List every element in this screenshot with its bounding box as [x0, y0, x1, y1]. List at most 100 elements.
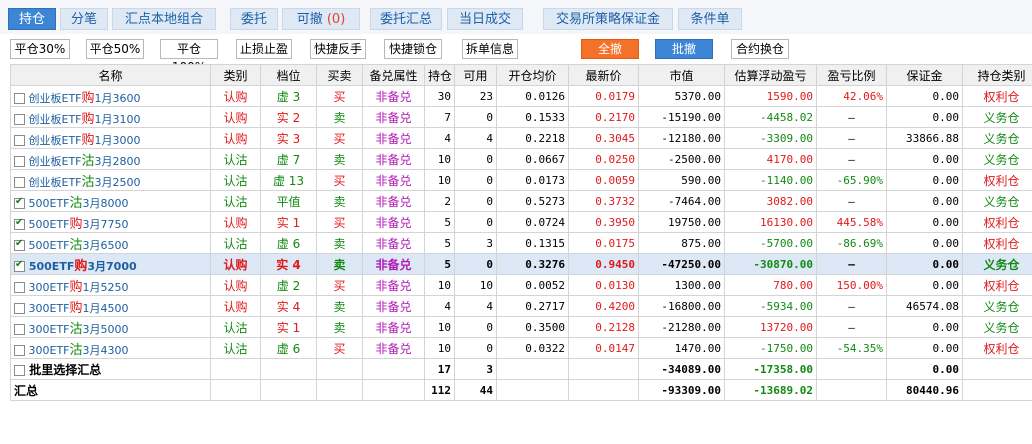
row-name-cell[interactable]: 300ETF沽3月4300 — [10, 337, 211, 359]
split-info-button[interactable]: 拆单信息 — [462, 39, 518, 59]
cancel-all-button[interactable]: 全撤 — [581, 39, 639, 59]
tab-positions[interactable]: 持仓 — [8, 8, 56, 30]
row-margin: 0.00 — [886, 169, 963, 191]
quick-reverse-button[interactable]: 快捷反手 — [310, 39, 366, 59]
row-name-cell[interactable]: 500ETF沽3月6500 — [10, 232, 211, 254]
col-header-margin[interactable]: 保证金 — [886, 64, 963, 86]
table-row[interactable]: 创业板ETF沽3月2800 认沽虚 7 卖非备兑 10 0 0.0667 0.0250 -25… — [10, 148, 1032, 170]
row-name-cell[interactable]: 500ETF沽3月8000 — [10, 190, 211, 212]
row-name-cell[interactable]: 300ETF购1月4500 — [10, 295, 211, 317]
tab-today-trades[interactable]: 当日成交 — [447, 8, 523, 30]
quick-lock-button[interactable]: 快捷锁仓 — [384, 39, 442, 59]
table-row[interactable]: 300ETF购1月4500 认购实 4 卖非备兑 4 4 0.2717 0.4200 -168… — [10, 295, 1032, 317]
row-underlying: 300ETF — [28, 343, 70, 357]
batch-summary-avail: 3 — [454, 358, 497, 380]
row-pnl-ratio: — — [816, 127, 887, 149]
col-header-pnl-ratio[interactable]: 盈亏比例 — [816, 64, 887, 86]
row-avg-price: 0.5273 — [496, 190, 569, 212]
table-row[interactable]: 300ETF购1月5250 认购虚 2 买非备兑 10 10 0.0052 0.0130 13… — [10, 274, 1032, 296]
row-name-cell[interactable]: 300ETF沽3月5000 — [10, 316, 211, 338]
contract-swap-button[interactable]: 合约换仓 — [731, 39, 789, 59]
row-checkbox[interactable] — [14, 303, 25, 314]
row-name-cell[interactable]: 500ETF购3月7000 — [10, 253, 211, 275]
row-underlying: 创业板ETF — [28, 112, 82, 126]
close-100-button[interactable]: 平仓100% — [160, 39, 218, 74]
batch-cancel-button[interactable]: 批撤 — [655, 39, 713, 59]
row-name-cell[interactable]: 创业板ETF购1月3600 — [10, 85, 211, 107]
row-name-cell[interactable]: 创业板ETF沽3月2800 — [10, 148, 211, 170]
col-header-last-price[interactable]: 最新价 — [568, 64, 639, 86]
row-position: 5 — [424, 232, 455, 254]
row-checkbox[interactable] — [14, 196, 25, 209]
table-row[interactable]: 创业板ETF购1月3100 认购实 2 卖非备兑 7 0 0.1533 0.2170 -151… — [10, 106, 1032, 128]
tab-fills[interactable]: 分笔 — [60, 8, 108, 30]
col-header-side[interactable]: 买卖 — [316, 64, 363, 86]
row-checkbox[interactable] — [14, 259, 25, 272]
row-name-cell[interactable]: 创业板ETF购1月3100 — [10, 106, 211, 128]
row-name-cell[interactable]: 创业板ETF沽3月2500 — [10, 169, 211, 191]
col-header-avg-price[interactable]: 开仓均价 — [496, 64, 569, 86]
row-checkbox[interactable] — [14, 217, 25, 230]
table-row[interactable]: 500ETF购3月7000认购实 4卖非备兑500.32760.9450-472… — [10, 253, 1032, 275]
row-name-cell[interactable]: 创业板ETF购1月3000 — [10, 127, 211, 149]
tab-conditional-orders[interactable]: 条件单 — [678, 8, 742, 30]
col-header-available[interactable]: 可用 — [454, 64, 497, 86]
row-checkbox[interactable] — [14, 93, 25, 104]
table-row[interactable]: 300ETF沽3月5000 认沽实 1 卖非备兑 10 0 0.3500 0.2128 -21… — [10, 316, 1032, 338]
row-name-cell[interactable]: 300ETF购1月5250 — [10, 274, 211, 296]
row-margin: 0.00 — [886, 253, 963, 275]
col-header-float-pnl[interactable]: 估算浮动盈亏 — [724, 64, 817, 86]
tab-cancelable[interactable]: 可撤 (0) — [282, 8, 360, 30]
row-market-value: 1470.00 — [638, 337, 725, 359]
row-level: 实 3 — [260, 127, 317, 149]
col-header-level[interactable]: 档位 — [260, 64, 317, 86]
row-checkbox[interactable] — [14, 156, 25, 167]
row-option-type-char: 购 — [74, 258, 88, 274]
tab-local-combo[interactable]: 汇点本地组合 — [112, 8, 216, 30]
row-float-pnl: 13720.00 — [724, 316, 817, 338]
table-row[interactable]: 创业板ETF购1月3600 认购虚 3 买非备兑 30 23 0.0126 0.0179 53… — [10, 85, 1032, 107]
row-checkbox[interactable] — [14, 177, 25, 188]
table-row[interactable]: 500ETF沽3月8000认沽平值卖非备兑200.52730.3732-7464… — [10, 190, 1032, 212]
row-cover: 非备兑 — [362, 106, 425, 128]
stop-loss-button[interactable]: 止损止盈 — [236, 39, 292, 59]
action-toolbar: 平仓30% 平仓50% 平仓100% 止损止盈 快捷反手 快捷锁仓 拆单信息 全… — [0, 36, 1032, 74]
row-margin: 33866.88 — [886, 127, 963, 149]
row-position-category: 权利仓 — [962, 274, 1032, 296]
col-header-cover[interactable]: 备兑属性 — [362, 64, 425, 86]
row-market-value: 19750.00 — [638, 211, 725, 233]
tab-orders[interactable]: 委托 — [230, 8, 278, 30]
row-position: 4 — [424, 127, 455, 149]
row-underlying: 300ETF — [28, 280, 70, 294]
row-position: 5 — [424, 211, 455, 233]
tab-order-summary[interactable]: 委托汇总 — [370, 8, 442, 30]
row-pnl-ratio: — — [816, 316, 887, 338]
row-name-cell[interactable]: 500ETF购3月7750 — [10, 211, 211, 233]
tab-exchange-margin[interactable]: 交易所策略保证金 — [543, 8, 673, 30]
col-header-position[interactable]: 持仓 — [424, 64, 455, 86]
row-checkbox[interactable] — [14, 238, 25, 251]
total-mv: -93309.00 — [638, 379, 725, 401]
row-avg-price: 0.2218 — [496, 127, 569, 149]
table-row[interactable]: 500ETF购3月7750认购实 1买非备兑500.07240.39501975… — [10, 211, 1032, 233]
row-checkbox[interactable] — [14, 114, 25, 125]
table-row[interactable]: 300ETF沽3月4300 认沽虚 6 买非备兑 10 0 0.0322 0.0147 147… — [10, 337, 1032, 359]
table-row[interactable]: 创业板ETF沽3月2500 认沽虚 13 买非备兑 10 0 0.0173 0.0059 59… — [10, 169, 1032, 191]
row-avg-price: 0.0667 — [496, 148, 569, 170]
close-30-button[interactable]: 平仓30% — [10, 39, 70, 59]
row-market-value: 590.00 — [638, 169, 725, 191]
col-header-name[interactable]: 名称 — [10, 64, 211, 86]
batch-summary-checkbox[interactable] — [14, 364, 25, 376]
col-header-position-category[interactable]: 持仓类别 — [962, 64, 1032, 86]
close-50-button[interactable]: 平仓50% — [86, 39, 144, 59]
col-header-market-value[interactable]: 市值 — [638, 64, 725, 86]
row-option-type-char: 购 — [81, 90, 95, 106]
row-checkbox[interactable] — [14, 135, 25, 146]
col-header-type[interactable]: 类别 — [210, 64, 261, 86]
table-row[interactable]: 创业板ETF购1月3000 认购实 3 买非备兑 4 4 0.2218 0.3045 -121… — [10, 127, 1032, 149]
row-avg-price: 0.2717 — [496, 295, 569, 317]
row-checkbox[interactable] — [14, 282, 25, 293]
row-checkbox[interactable] — [14, 345, 25, 356]
table-row[interactable]: 500ETF沽3月6500认沽虚 6卖非备兑530.13150.0175875.… — [10, 232, 1032, 254]
row-checkbox[interactable] — [14, 324, 25, 335]
